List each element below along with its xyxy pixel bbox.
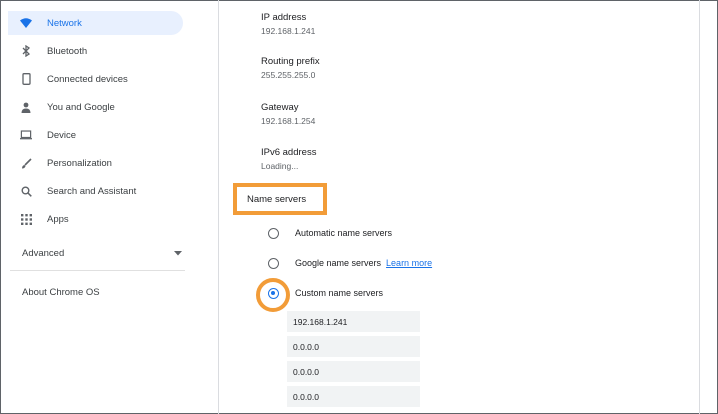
search-icon	[20, 185, 32, 197]
custom-name-server-input-4[interactable]: 0.0.0.0	[287, 386, 420, 407]
sidebar-item-apps[interactable]: Apps	[8, 207, 183, 231]
sidebar-item-label: Search and Assistant	[47, 185, 137, 197]
sidebar-item-label: Connected devices	[47, 73, 128, 85]
ipv6-address-label: IPv6 address	[261, 147, 317, 158]
about-chrome-os-link[interactable]: About Chrome OS	[22, 287, 100, 298]
phone-icon	[20, 73, 32, 85]
sidebar-item-label: Network	[47, 17, 82, 29]
ip-address-label: IP address	[261, 12, 307, 23]
custom-name-server-input-2[interactable]: 0.0.0.0	[287, 336, 420, 357]
radio-label: Custom name servers	[295, 288, 384, 298]
custom-name-server-input-1[interactable]: 192.168.1.241	[287, 311, 420, 332]
radio-button[interactable]	[268, 257, 279, 269]
sidebar-item-connected-devices[interactable]: Connected devices	[8, 67, 183, 91]
advanced-label: Advanced	[22, 247, 65, 259]
radio-label: Google name servers	[295, 258, 382, 268]
routing-prefix-value: 255.255.255.0	[261, 70, 316, 80]
wifi-icon	[20, 17, 32, 29]
routing-prefix-label: Routing prefix	[261, 56, 320, 67]
radio-button[interactable]	[268, 287, 279, 299]
gateway-label: Gateway	[261, 102, 299, 113]
sidebar-item-network[interactable]: Network	[8, 11, 183, 35]
sidebar-item-bluetooth[interactable]: Bluetooth	[8, 39, 183, 63]
sidebar-item-device[interactable]: Device	[8, 123, 183, 147]
chevron-down-icon	[174, 248, 182, 259]
sidebar-item-search-and-assistant[interactable]: Search and Assistant	[8, 179, 183, 203]
sidebar-item-label: Device	[47, 129, 77, 141]
advanced-toggle[interactable]: Advanced	[22, 243, 182, 263]
custom-name-server-input-3[interactable]: 0.0.0.0	[287, 361, 420, 382]
apps-grid-icon	[20, 213, 32, 225]
sidebar-item-label: Apps	[47, 213, 69, 225]
name-servers-title: Name servers	[247, 194, 307, 205]
main-panel-border-right	[699, 0, 700, 414]
ip-address-value: 192.168.1.241	[261, 26, 316, 36]
ipv6-address-value: Loading...	[261, 161, 299, 171]
brush-icon	[20, 157, 32, 169]
sidebar-item-label: Personalization	[47, 157, 112, 169]
person-icon	[20, 101, 32, 113]
laptop-icon	[20, 129, 32, 141]
sidebar-item-label: Bluetooth	[47, 45, 88, 57]
radio-button[interactable]	[268, 227, 279, 239]
bluetooth-icon	[20, 45, 32, 57]
gateway-value: 192.168.1.254	[261, 116, 316, 126]
radio-automatic-name-servers[interactable]: Automatic name servers	[268, 225, 392, 241]
main-panel-border	[218, 0, 219, 414]
radio-google-name-servers[interactable]: Google name servers Learn more	[268, 255, 432, 271]
learn-more-link[interactable]: Learn more	[386, 258, 432, 268]
sidebar-item-label: You and Google	[47, 101, 115, 113]
sidebar-item-you-and-google[interactable]: You and Google	[8, 95, 183, 119]
sidebar-item-personalization[interactable]: Personalization	[8, 151, 183, 175]
radio-custom-name-servers[interactable]: Custom name servers	[268, 285, 383, 301]
sidebar-divider	[10, 270, 185, 271]
radio-label: Automatic name servers	[295, 228, 393, 238]
